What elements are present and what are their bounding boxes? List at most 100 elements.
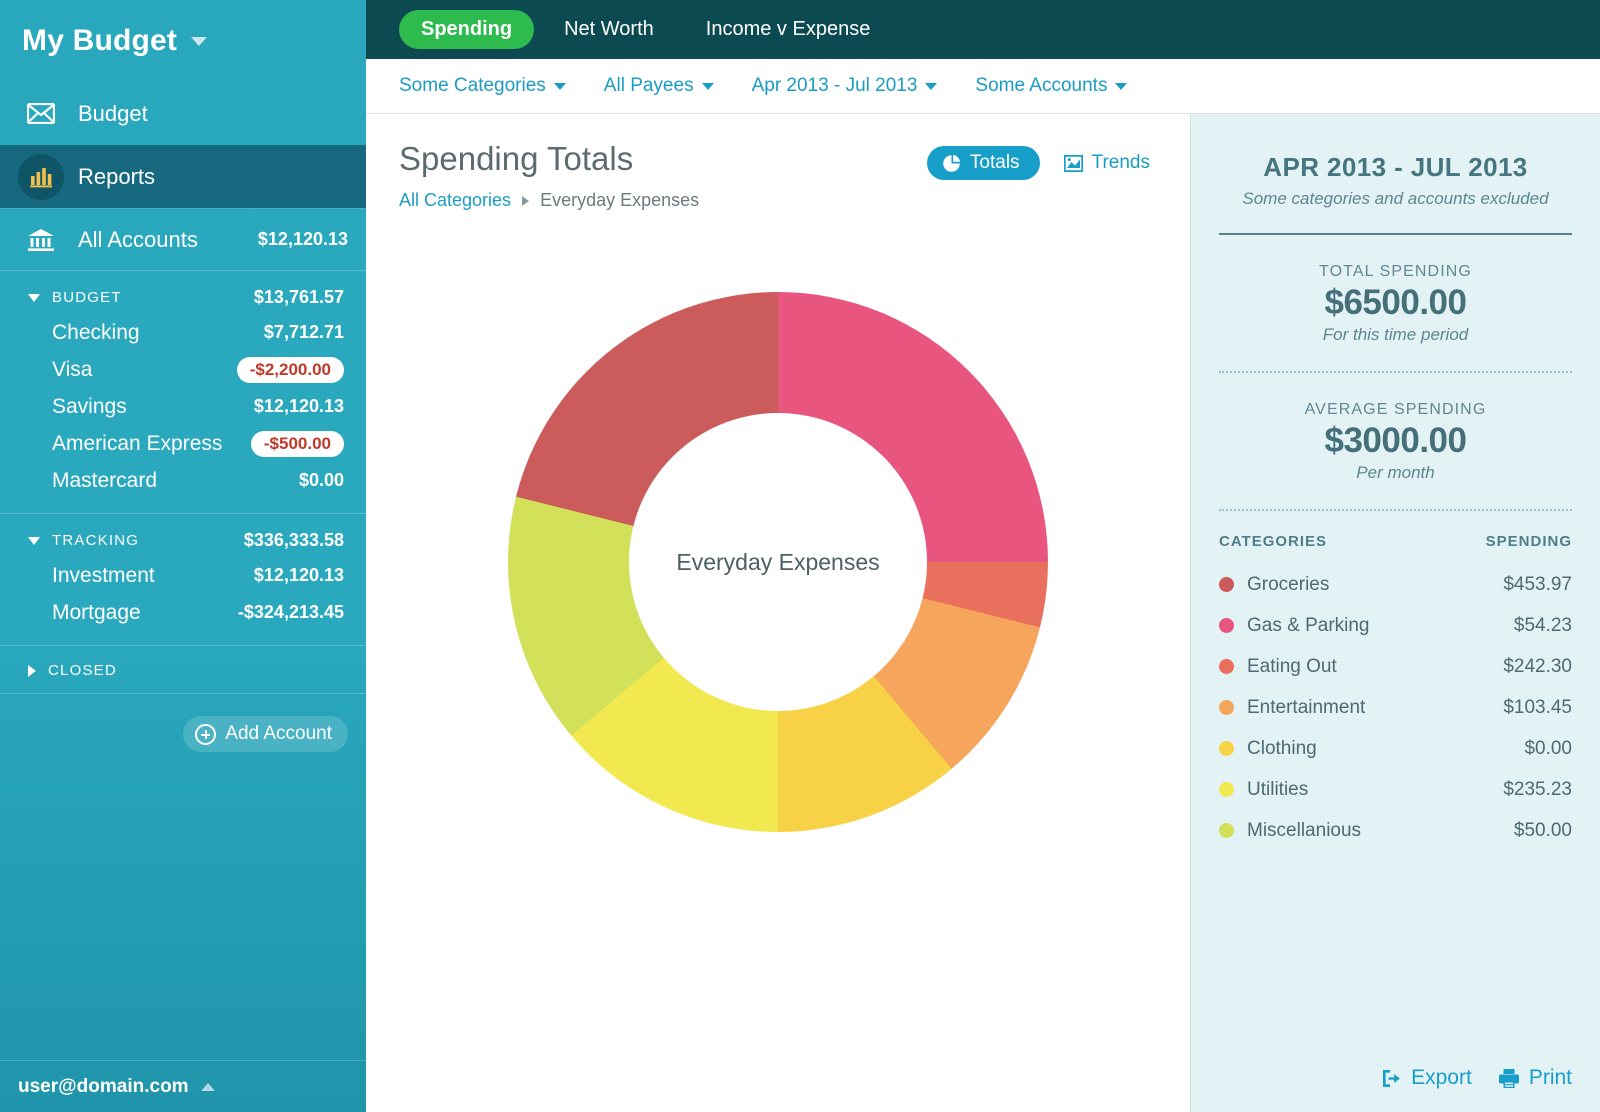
account-amount: $0.00: [299, 470, 344, 491]
chevron-down-icon: [1115, 83, 1127, 90]
category-row[interactable]: Utilities$235.23: [1219, 769, 1572, 810]
category-amount: $54.23: [1514, 615, 1572, 637]
body-row: Spending Totals All Categories Everyday …: [366, 114, 1600, 1112]
report-tabs: Spending Net Worth Income v Expense: [366, 0, 1600, 59]
average-spending-label: AVERAGE SPENDING: [1219, 401, 1572, 419]
triangle-down-icon: [28, 537, 40, 545]
printer-icon: [1498, 1068, 1520, 1089]
donut-center-label: Everyday Expenses: [676, 549, 879, 576]
account-group-budget-header[interactable]: BUDGET $13,761.57: [0, 281, 366, 314]
category-color-dot: [1219, 659, 1234, 674]
filter-categories-label: Some Categories: [399, 75, 546, 97]
plus-circle-icon: [195, 724, 216, 745]
category-name: Miscellanious: [1247, 820, 1514, 842]
totals-label: Totals: [970, 152, 1020, 174]
app-window: My Budget Budget: [0, 0, 1600, 1112]
account-row-investment[interactable]: Investment $12,120.13: [0, 557, 366, 594]
tab-net-worth[interactable]: Net Worth: [542, 10, 676, 49]
filter-categories[interactable]: Some Categories: [399, 75, 566, 97]
account-amount-negative: -$500.00: [251, 431, 344, 457]
triangle-down-icon: [28, 294, 40, 302]
category-color-dot: [1219, 577, 1234, 592]
category-row[interactable]: Miscellanious$50.00: [1219, 810, 1572, 851]
export-icon: [1381, 1068, 1402, 1089]
filter-payees[interactable]: All Payees: [604, 75, 714, 97]
sidebar-item-budget[interactable]: Budget: [0, 82, 366, 145]
category-row[interactable]: Clothing$0.00: [1219, 728, 1572, 769]
spending-header-label: SPENDING: [1486, 533, 1572, 550]
export-label: Export: [1411, 1066, 1472, 1090]
brand-selector[interactable]: My Budget: [0, 0, 366, 82]
average-spending-value: $3000.00: [1219, 421, 1572, 461]
total-spending-note: For this time period: [1219, 325, 1572, 345]
chevron-down-icon: [925, 83, 937, 90]
category-row[interactable]: Entertainment$103.45: [1219, 687, 1572, 728]
report-content: Spending Totals All Categories Everyday …: [366, 114, 1190, 1112]
chevron-up-icon: [201, 1083, 215, 1091]
filter-accounts[interactable]: Some Accounts: [975, 75, 1127, 97]
account-amount-negative: -$2,200.00: [237, 357, 344, 383]
account-group-tracking: TRACKING $336,333.58 Investment $12,120.…: [0, 514, 366, 646]
category-row[interactable]: Gas & Parking$54.23: [1219, 605, 1572, 646]
total-spending-stat: TOTAL SPENDING $6500.00 For this time pe…: [1219, 235, 1572, 371]
category-row[interactable]: Groceries$453.97: [1219, 564, 1572, 605]
category-amount: $103.45: [1503, 697, 1572, 719]
filter-bar: Some Categories All Payees Apr 2013 - Ju…: [366, 59, 1600, 114]
totals-button[interactable]: Totals: [927, 146, 1040, 180]
category-color-dot: [1219, 782, 1234, 797]
total-spending-label: TOTAL SPENDING: [1219, 263, 1572, 281]
bank-icon: [18, 228, 64, 252]
breadcrumb-arrow-icon: [522, 196, 529, 206]
account-group-closed-header[interactable]: CLOSED: [0, 656, 366, 685]
category-amount: $235.23: [1503, 779, 1572, 801]
average-spending-stat: AVERAGE SPENDING $3000.00 Per month: [1219, 373, 1572, 509]
account-name: Visa: [52, 358, 237, 382]
account-group-tracking-amount: $336,333.58: [244, 530, 344, 551]
category-name: Entertainment: [1247, 697, 1503, 719]
category-color-dot: [1219, 823, 1234, 838]
category-name: Clothing: [1247, 738, 1524, 760]
account-name: Mortgage: [52, 601, 238, 625]
sidebar-item-reports-label: Reports: [78, 164, 155, 190]
account-name: Checking: [52, 321, 264, 345]
user-menu[interactable]: user@domain.com: [0, 1060, 366, 1112]
account-row-visa[interactable]: Visa -$2,200.00: [0, 351, 366, 388]
category-list: Groceries$453.97Gas & Parking$54.23Eatin…: [1219, 564, 1572, 851]
category-row[interactable]: Eating Out$242.30: [1219, 646, 1572, 687]
breadcrumb-current: Everyday Expenses: [540, 190, 699, 211]
account-row-savings[interactable]: Savings $12,120.13: [0, 388, 366, 425]
category-color-dot: [1219, 700, 1234, 715]
account-row-checking[interactable]: Checking $7,712.71: [0, 314, 366, 351]
sidebar-item-all-accounts[interactable]: All Accounts $12,120.13: [0, 208, 366, 271]
filter-date-range[interactable]: Apr 2013 - Jul 2013: [752, 75, 938, 97]
sidebar-item-reports[interactable]: Reports: [0, 145, 366, 208]
account-group-tracking-header[interactable]: TRACKING $336,333.58: [0, 524, 366, 557]
account-amount: $12,120.13: [254, 565, 344, 586]
tab-income-v-expense-label: Income v Expense: [706, 18, 871, 40]
period-title: APR 2013 - JUL 2013: [1219, 152, 1572, 183]
account-row-american-express[interactable]: American Express -$500.00: [0, 425, 366, 462]
spending-donut-chart[interactable]: Everyday Expenses: [508, 292, 1048, 832]
period-subtitle: Some categories and accounts excluded: [1219, 189, 1572, 209]
account-name: Investment: [52, 564, 254, 588]
account-row-mortgage[interactable]: Mortgage -$324,213.45: [0, 594, 366, 631]
title-block: Spending Totals All Categories Everyday …: [399, 140, 927, 211]
breadcrumb-all-categories[interactable]: All Categories: [399, 190, 511, 211]
add-account-button[interactable]: Add Account: [183, 716, 348, 752]
sidebar-item-budget-label: Budget: [78, 101, 148, 127]
category-name: Groceries: [1247, 574, 1503, 596]
tab-income-v-expense[interactable]: Income v Expense: [684, 10, 893, 49]
all-accounts-label: All Accounts: [78, 227, 258, 253]
account-group-budget-name: BUDGET: [52, 289, 254, 306]
account-group-tracking-name: TRACKING: [52, 532, 244, 549]
export-button[interactable]: Export: [1381, 1066, 1472, 1090]
category-table-header: CATEGORIES SPENDING: [1219, 533, 1572, 550]
account-row-mastercard[interactable]: Mastercard $0.00: [0, 462, 366, 499]
main-area: Spending Net Worth Income v Expense Some…: [366, 0, 1600, 1112]
trends-button[interactable]: Trends: [1054, 146, 1160, 180]
divider-dotted: [1219, 509, 1572, 511]
tab-spending-label: Spending: [421, 18, 512, 40]
bar-chart-icon: [18, 154, 64, 200]
tab-spending[interactable]: Spending: [399, 10, 534, 49]
print-button[interactable]: Print: [1498, 1066, 1572, 1090]
